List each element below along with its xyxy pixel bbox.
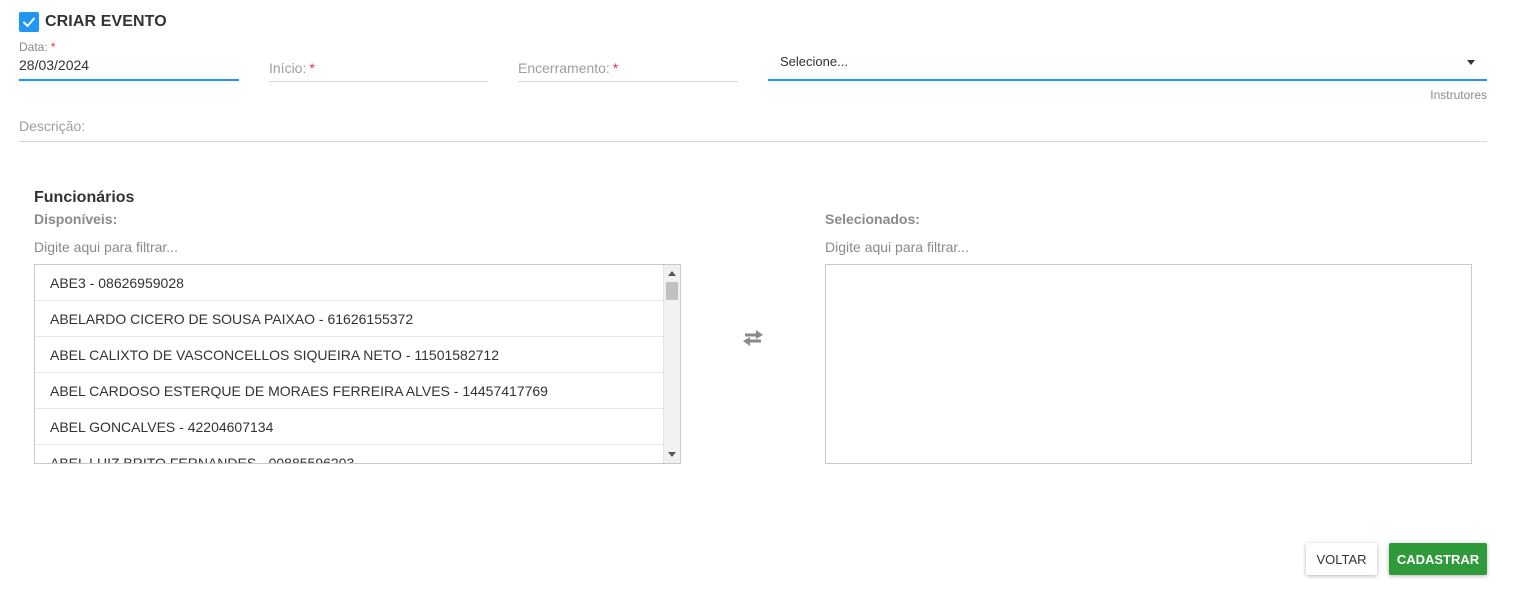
start-required-mark: * <box>309 60 315 76</box>
page-title: CRIAR EVENTO <box>45 13 167 30</box>
available-filter-input[interactable]: Digite aqui para filtrar... <box>34 239 178 255</box>
employees-title: Funcionários <box>34 189 135 206</box>
date-label-text: Data: <box>19 40 48 54</box>
selected-list[interactable] <box>825 264 1472 464</box>
end-time-label: Encerramento: * <box>518 60 618 76</box>
end-required-mark: * <box>612 60 619 76</box>
list-item[interactable]: ABEL LUIZ BRITO FERNANDES - 00885596203 <box>35 445 664 464</box>
end-label-text: Encerramento: <box>518 60 610 76</box>
date-value: 28/03/2024 <box>19 57 90 73</box>
available-items: ABE3 - 08626959028 ABELARDO CICERO DE SO… <box>35 265 664 464</box>
scroll-thumb[interactable] <box>666 282 678 300</box>
start-time-label: Início: * <box>269 60 315 76</box>
date-field[interactable]: 28/03/2024 <box>19 55 239 81</box>
chevron-down-icon <box>1467 60 1475 65</box>
end-time-field[interactable]: Encerramento: * <box>518 55 738 82</box>
description-field[interactable]: Descrição: <box>19 112 1487 142</box>
list-item[interactable]: ABEL CALIXTO DE VASCONCELLOS SIQUEIRA NE… <box>35 337 664 373</box>
submit-button[interactable]: CADASTRAR <box>1389 543 1487 575</box>
description-label: Descrição: <box>19 118 86 134</box>
selected-filter-input[interactable]: Digite aqui para filtrar... <box>825 239 969 255</box>
start-label-text: Início: <box>269 60 307 76</box>
start-time-field[interactable]: Início: * <box>269 55 488 82</box>
back-button[interactable]: VOLTAR <box>1306 543 1377 575</box>
date-label: Data: * <box>19 40 55 54</box>
form-header: CRIAR EVENTO <box>19 12 167 32</box>
instructors-placeholder: Selecione... <box>780 54 848 69</box>
available-label: Disponíveis: <box>34 211 118 227</box>
instructors-hint: Instrutores <box>1430 88 1487 102</box>
list-item[interactable]: ABEL CARDOSO ESTERQUE DE MORAES FERREIRA… <box>35 373 664 409</box>
check-icon <box>23 17 35 27</box>
list-item[interactable]: ABELARDO CICERO DE SOUSA PAIXAO - 616261… <box>35 301 664 337</box>
date-required-mark: * <box>50 40 56 54</box>
available-list[interactable]: ABE3 - 08626959028 ABELARDO CICERO DE SO… <box>34 264 681 464</box>
list-item[interactable]: ABEL GONCALVES - 42204607134 <box>35 409 664 445</box>
create-event-checkbox[interactable] <box>19 12 39 32</box>
selected-label: Selecionados: <box>825 211 920 227</box>
available-list-scrollbar[interactable] <box>663 265 680 463</box>
instructors-select[interactable]: Selecione... <box>768 48 1487 81</box>
list-item[interactable]: ABE3 - 08626959028 <box>35 265 664 301</box>
scroll-down-arrow-icon[interactable] <box>668 452 676 457</box>
swap-arrows-icon[interactable] <box>741 328 765 348</box>
scroll-up-arrow-icon[interactable] <box>668 271 676 276</box>
